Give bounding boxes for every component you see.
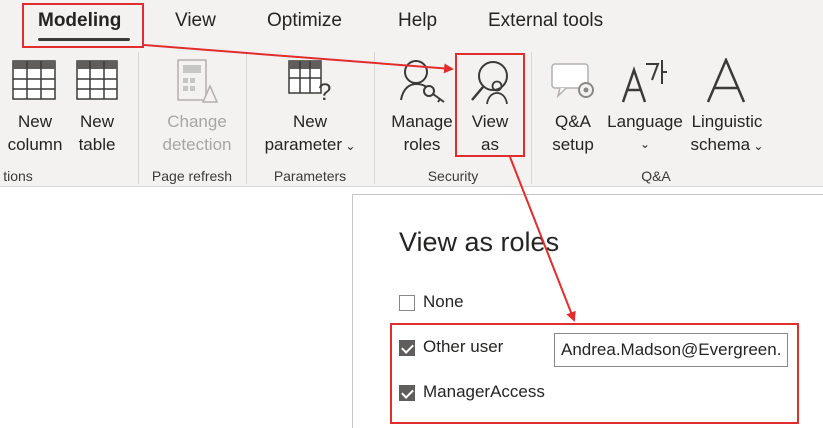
annotation-arrows: [143, 44, 576, 322]
arrow-to-view-as: [143, 44, 454, 74]
arrow-to-roles: [509, 156, 576, 322]
